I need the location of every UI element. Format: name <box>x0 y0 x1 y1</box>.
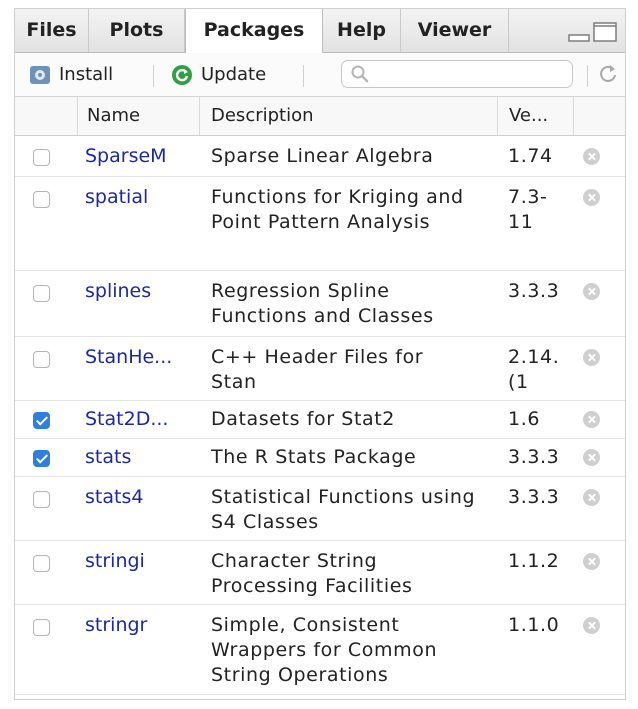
package-description: Datasets for Stat2 <box>211 408 395 430</box>
remove-x-icon[interactable] <box>583 189 600 206</box>
package-checkbox[interactable] <box>33 149 50 166</box>
tab-plots[interactable]: Plots <box>89 9 185 52</box>
remove-x-icon[interactable] <box>583 283 600 300</box>
install-label: Install <box>59 64 114 85</box>
package-name-link[interactable]: stringr <box>85 613 147 638</box>
tab-packages[interactable]: Packages <box>185 9 323 53</box>
package-description: C++ Header Files for Stan <box>211 346 424 393</box>
package-name-link[interactable]: Stat2D... <box>85 407 168 432</box>
column-divider <box>573 97 574 135</box>
toolbar-divider <box>587 65 588 87</box>
column-divider <box>77 97 78 135</box>
package-description: Sparse Linear Algebra <box>211 145 434 167</box>
package-description: Simple, Consistent Wrappers for Common S… <box>211 614 438 686</box>
search-box <box>341 60 573 88</box>
table-row: stringr Simple, Consistent Wrappers for … <box>15 605 625 695</box>
package-version: 2.14.(1 <box>508 346 560 393</box>
package-name-link[interactable]: stats4 <box>85 485 143 510</box>
package-version: 7.3-11 <box>508 186 548 233</box>
package-version: 1.1.2 <box>508 550 560 572</box>
toolbar-divider <box>303 65 304 87</box>
remove-x-icon[interactable] <box>583 449 600 466</box>
column-header-description[interactable]: Description <box>211 97 314 135</box>
package-checkbox[interactable] <box>33 491 50 508</box>
tab-help[interactable]: Help <box>323 9 401 52</box>
package-version: 1.74 <box>508 145 553 167</box>
package-list: SparseM Sparse Linear Algebra 1.74 spati… <box>15 135 625 699</box>
package-checkbox[interactable] <box>33 412 50 429</box>
packages-toolbar: Install Update <box>15 53 625 97</box>
package-name-link[interactable]: spatial <box>85 185 148 210</box>
package-description: Functions for Kriging and Point Pattern … <box>211 186 464 233</box>
package-name-link[interactable]: splines <box>85 279 151 304</box>
install-package-icon <box>29 64 51 86</box>
remove-x-icon[interactable] <box>583 553 600 570</box>
package-description: Statistical Functions using S4 Classes <box>211 486 476 533</box>
column-header-name[interactable]: Name <box>87 97 140 135</box>
remove-x-icon[interactable] <box>583 617 600 634</box>
package-checkbox[interactable] <box>33 285 50 302</box>
package-checkbox[interactable] <box>33 619 50 636</box>
package-checkbox[interactable] <box>33 191 50 208</box>
table-row: SparseM Sparse Linear Algebra 1.74 <box>15 135 625 177</box>
package-version: 1.1.0 <box>508 614 560 636</box>
refresh-circle-icon <box>171 64 193 86</box>
package-checkbox[interactable] <box>33 555 50 572</box>
package-name-link[interactable]: SparseM <box>85 144 167 169</box>
remove-x-icon[interactable] <box>583 349 600 366</box>
table-row: Stat2D... Datasets for Stat2 1.6 <box>15 401 625 439</box>
update-label: Update <box>201 64 267 85</box>
column-divider <box>497 97 498 135</box>
maximize-icon[interactable] <box>593 22 617 42</box>
update-button[interactable]: Update <box>171 59 291 90</box>
tab-files[interactable]: Files <box>15 9 89 52</box>
column-divider <box>199 97 200 135</box>
table-row: stats The R Stats Package 3.3.3 <box>15 439 625 477</box>
package-description: Regression Spline Functions and Classes <box>211 280 434 327</box>
package-checkbox[interactable] <box>33 351 50 368</box>
package-name-link[interactable]: StanHe... <box>85 345 172 370</box>
package-version: 1.6 <box>508 408 541 430</box>
search-icon <box>350 64 370 88</box>
window-controls <box>567 22 619 42</box>
table-row: splines Regression Spline Functions and … <box>15 271 625 337</box>
packages-pane: Files Plots Packages Help Viewer Install… <box>14 8 626 700</box>
package-version: 3.3.3 <box>508 486 560 508</box>
package-name-link[interactable]: stringi <box>85 549 145 574</box>
package-version: 3.3.3 <box>508 280 560 302</box>
install-button[interactable]: Install <box>29 59 149 90</box>
minimize-icon[interactable] <box>568 34 590 42</box>
remove-x-icon[interactable] <box>583 489 600 506</box>
search-input[interactable] <box>374 63 568 87</box>
package-name-link[interactable]: stats <box>85 445 131 470</box>
package-description: The R Stats Package <box>211 446 417 468</box>
remove-x-icon[interactable] <box>583 411 600 428</box>
table-row: spatial Functions for Kriging and Point … <box>15 177 625 271</box>
package-version: 3.3.3 <box>508 446 560 468</box>
tab-strip: Files Plots Packages Help Viewer <box>15 9 625 53</box>
package-checkbox[interactable] <box>33 450 50 467</box>
refresh-icon[interactable] <box>597 63 619 89</box>
table-row: StanHe... C++ Header Files for Stan 2.14… <box>15 337 625 401</box>
table-row: stats4 Statistical Functions using S4 Cl… <box>15 477 625 541</box>
column-header-version[interactable]: Ve... <box>509 97 548 135</box>
toolbar-divider <box>153 65 154 87</box>
table-row: stringi Character String Processing Faci… <box>15 541 625 605</box>
package-description: Character String Processing Facilities <box>211 550 413 597</box>
table-header: Name Description Ve... <box>15 97 625 136</box>
tab-viewer[interactable]: Viewer <box>401 9 509 52</box>
remove-x-icon[interactable] <box>583 148 600 165</box>
